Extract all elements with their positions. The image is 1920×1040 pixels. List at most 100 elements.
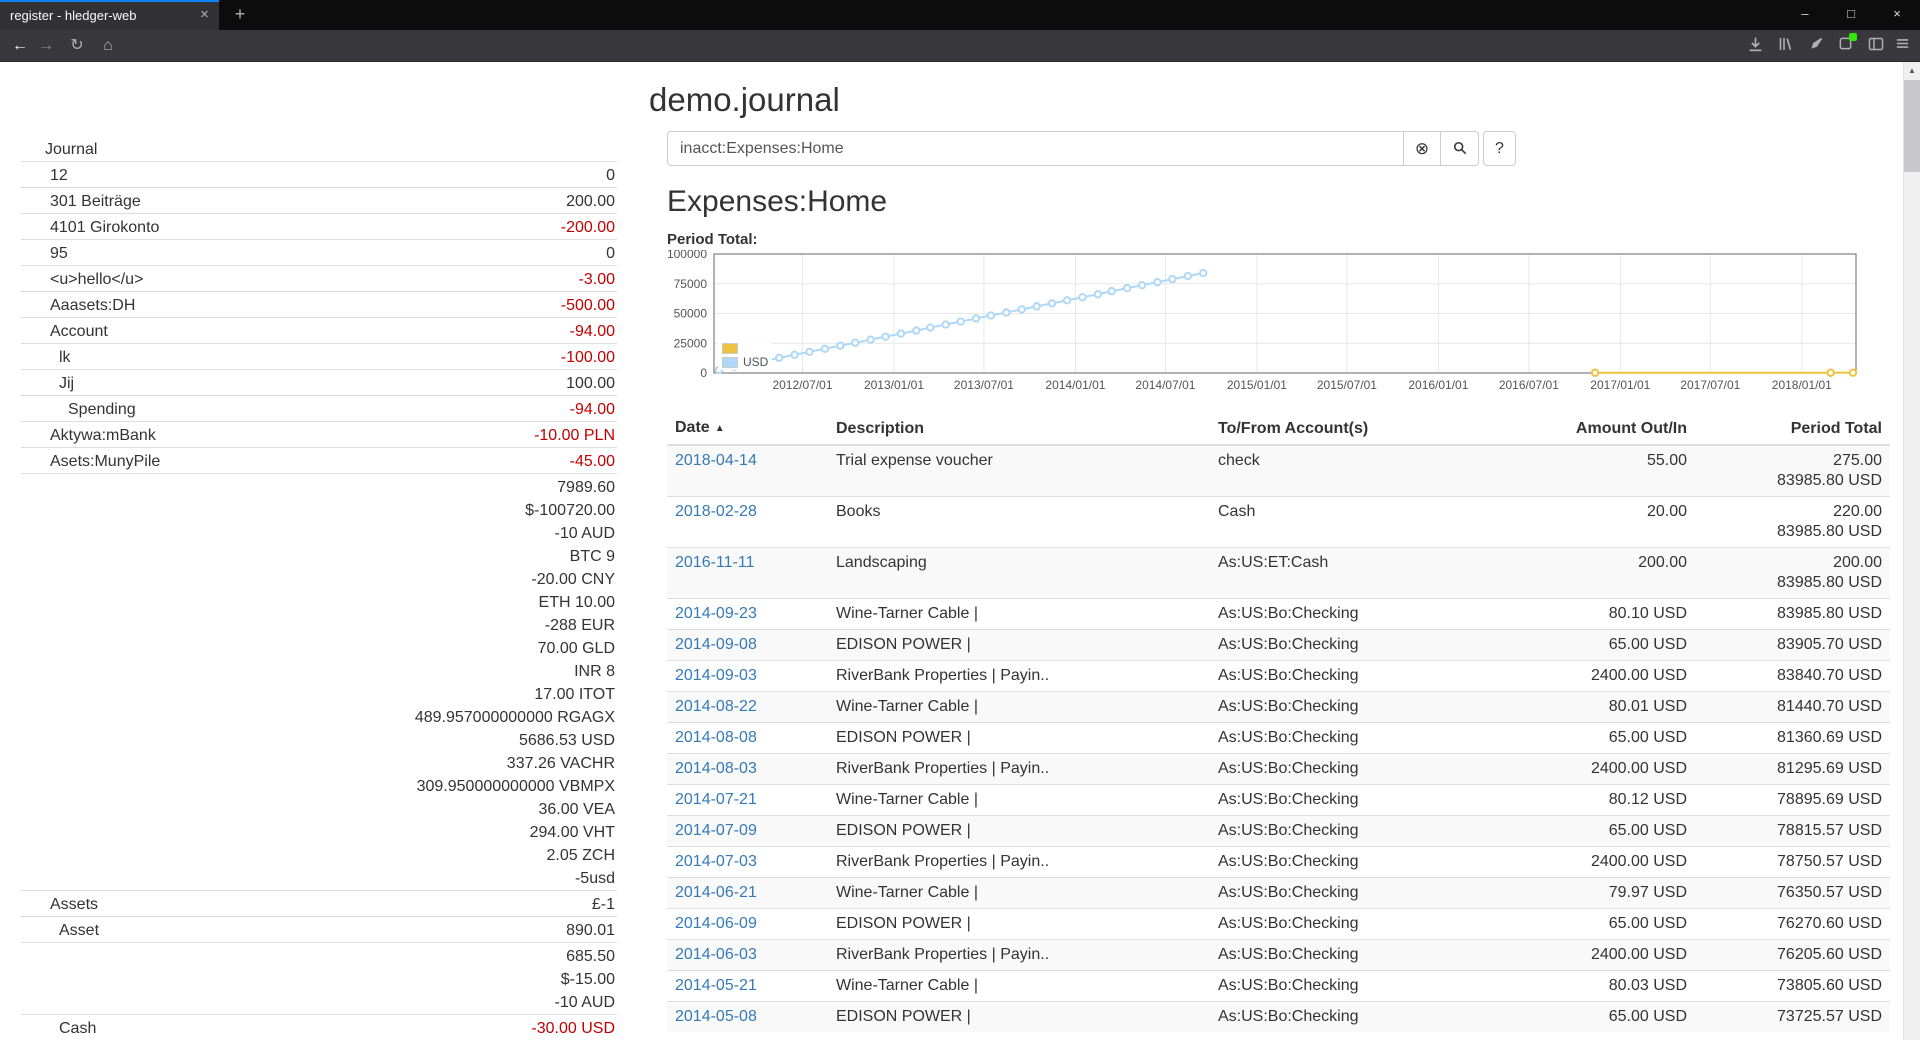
- account-link[interactable]: 4101 Girokonto: [21, 216, 159, 239]
- forward-button[interactable]: →: [31, 33, 61, 59]
- transaction-date-link[interactable]: 2014-07-03: [675, 853, 757, 870]
- account-link[interactable]: Account: [21, 320, 108, 343]
- account-link[interactable]: Asset: [21, 919, 99, 942]
- query-form: ⊗ ?: [667, 131, 1516, 166]
- download-icon[interactable]: [1742, 36, 1768, 56]
- account-link[interactable]: Asets:MunyPile: [21, 450, 160, 473]
- clear-query-button[interactable]: ⊗: [1403, 131, 1441, 166]
- transaction-amount: 80.12 USD: [1500, 785, 1695, 816]
- help-button[interactable]: ?: [1483, 131, 1516, 166]
- transaction-date-link[interactable]: 2016-11-11: [675, 554, 754, 571]
- sidebar-account-row: 950: [21, 239, 617, 265]
- account-balance: -94.00: [570, 320, 617, 343]
- account-link[interactable]: 95: [21, 242, 68, 265]
- sidebar-toggle-icon[interactable]: [1863, 36, 1889, 56]
- transaction-date-link[interactable]: 2014-07-21: [675, 791, 757, 808]
- page-scrollbar[interactable]: ▲: [1903, 62, 1920, 1040]
- transaction-description: EDISON POWER |: [828, 816, 1210, 847]
- transaction-account: As:US:Bo:Checking: [1210, 599, 1500, 630]
- period-total: 81440.70 USD: [1695, 692, 1890, 723]
- new-tab-button[interactable]: +: [227, 2, 253, 28]
- account-link[interactable]: Spending: [21, 398, 136, 421]
- sidebar-account-row: Journal: [21, 138, 617, 161]
- transaction-date-link[interactable]: 2014-09-08: [675, 636, 757, 653]
- extension-icon[interactable]: [1832, 36, 1858, 56]
- sidebar-account-row: 4101 Girokonto -200.00: [21, 213, 617, 239]
- col-date[interactable]: Date▲: [667, 413, 828, 445]
- sidebar-account-row: Cash-30.00 USD: [21, 1014, 617, 1040]
- maximize-button[interactable]: □: [1828, 0, 1874, 30]
- period-total: 83840.70 USD: [1695, 661, 1890, 692]
- minimize-button[interactable]: –: [1782, 0, 1828, 30]
- transaction-date-link[interactable]: 2014-05-08: [675, 1008, 757, 1025]
- svg-text:2018/01/01: 2018/01/01: [1772, 378, 1832, 392]
- home-button[interactable]: ⌂: [93, 33, 123, 59]
- transaction-date-link[interactable]: 2014-07-09: [675, 822, 757, 839]
- menu-icon[interactable]: [1889, 36, 1915, 56]
- reload-button[interactable]: ↻: [62, 33, 92, 59]
- account-link[interactable]: Jij: [21, 372, 74, 395]
- account-link[interactable]: Aktywa:mBank: [21, 424, 156, 447]
- sidebar-balance-row: 337.26 VACHR: [21, 752, 617, 775]
- transaction-date-link[interactable]: 2014-06-03: [675, 946, 757, 963]
- scrollbar-thumb[interactable]: [1904, 80, 1920, 172]
- search-button[interactable]: [1440, 131, 1479, 166]
- transaction-date-link[interactable]: 2014-06-09: [675, 915, 757, 932]
- chart-legend: USD: [718, 340, 772, 370]
- transaction-account: check: [1210, 445, 1500, 497]
- account-link[interactable]: 301 Beiträge: [21, 190, 141, 213]
- sidebar-account-row: lk -100.00: [21, 343, 617, 369]
- window-close-button[interactable]: ×: [1874, 0, 1920, 30]
- transaction-description: Wine-Tarner Cable |: [828, 599, 1210, 630]
- transaction-date-link[interactable]: 2018-04-14: [675, 452, 757, 469]
- account-link[interactable]: Aaasets:DH: [21, 294, 135, 317]
- account-balance: 100.00: [566, 372, 617, 395]
- legend-swatch: [722, 343, 738, 354]
- transaction-date-link[interactable]: 2014-09-03: [675, 667, 757, 684]
- transaction-date-link[interactable]: 2014-06-21: [675, 884, 757, 901]
- scrollbar-up-icon[interactable]: ▲: [1904, 62, 1920, 79]
- account-balance: -20.00 CNY: [531, 568, 617, 591]
- browser-tab[interactable]: register - hledger-web ×: [0, 0, 219, 30]
- journal-title: demo.journal: [649, 80, 840, 120]
- col-amount[interactable]: Amount Out/In: [1500, 413, 1695, 445]
- transaction-description: EDISON POWER |: [828, 1002, 1210, 1033]
- sidebar-balance-row: $-15.00: [21, 968, 617, 991]
- transaction-date-link[interactable]: 2014-05-21: [675, 977, 757, 994]
- transaction-description: Wine-Tarner Cable |: [828, 785, 1210, 816]
- account-balance: £-1: [592, 893, 617, 916]
- transaction-date-link[interactable]: 2014-08-22: [675, 698, 757, 715]
- account-balance: 309.950000000000 VBMPX: [417, 775, 617, 798]
- account-balance: -100.00: [561, 346, 617, 369]
- sidebar-balance-row: ETH 10.00: [21, 591, 617, 614]
- account-link[interactable]: Cash: [21, 1017, 96, 1040]
- transaction-description: RiverBank Properties | Payin..: [828, 940, 1210, 971]
- col-description[interactable]: Description: [828, 413, 1210, 445]
- transaction-date-link[interactable]: 2014-08-08: [675, 729, 757, 746]
- account-balance: -200.00: [561, 216, 617, 239]
- account-balance: 17.00 ITOT: [534, 683, 617, 706]
- account-link[interactable]: Journal: [21, 138, 97, 161]
- account-link[interactable]: 12: [21, 164, 68, 187]
- transaction-date-link[interactable]: 2014-09-23: [675, 605, 757, 622]
- pen-icon[interactable]: [1803, 36, 1829, 56]
- col-account[interactable]: To/From Account(s): [1210, 413, 1500, 445]
- register-row: 2014-05-21Wine-Tarner Cable |As:US:Bo:Ch…: [667, 971, 1890, 1002]
- transaction-amount: 80.03 USD: [1500, 971, 1695, 1002]
- register-row: 2014-07-03RiverBank Properties | Payin..…: [667, 847, 1890, 878]
- account-link[interactable]: Assets: [21, 893, 98, 916]
- svg-text:2015/07/01: 2015/07/01: [1317, 378, 1377, 392]
- transaction-amount: 65.00 USD: [1500, 1002, 1695, 1033]
- transaction-amount: 2400.00 USD: [1500, 847, 1695, 878]
- transaction-date-link[interactable]: 2018-02-28: [675, 503, 757, 520]
- transaction-date-link[interactable]: 2014-08-03: [675, 760, 757, 777]
- account-link[interactable]: lk: [21, 346, 71, 369]
- account-balance: $-100720.00: [525, 499, 617, 522]
- account-link[interactable]: <u>hello</u>: [21, 268, 143, 291]
- register-row: 2014-08-03RiverBank Properties | Payin..…: [667, 754, 1890, 785]
- tab-close-icon[interactable]: ×: [196, 7, 213, 24]
- col-period-total[interactable]: Period Total: [1695, 413, 1890, 445]
- query-input[interactable]: [667, 131, 1404, 166]
- library-icon[interactable]: [1772, 36, 1798, 56]
- transaction-account: As:US:Bo:Checking: [1210, 723, 1500, 754]
